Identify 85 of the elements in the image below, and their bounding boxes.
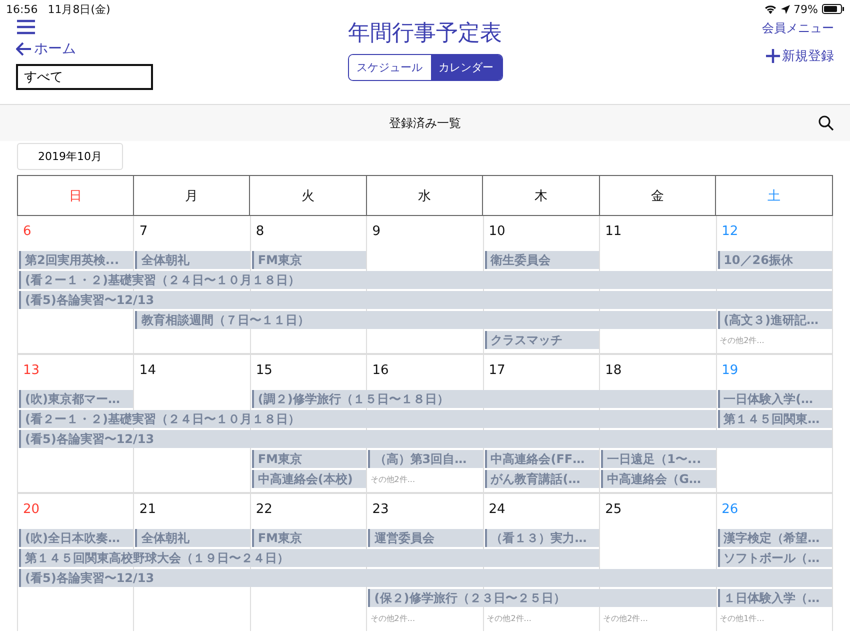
event-bar[interactable]: 全体朝礼 — [135, 529, 250, 547]
filter-field[interactable]: すべて — [16, 64, 153, 90]
event-bar[interactable]: 全体朝礼 — [135, 251, 250, 269]
day-number: 20 — [23, 502, 40, 517]
event-bar[interactable]: クラスマッチ — [484, 331, 600, 349]
weekday-header: 月 — [134, 175, 250, 216]
event-bar[interactable]: （高）第3回自… — [368, 450, 483, 468]
day-number: 11 — [605, 224, 622, 239]
new-entry-button[interactable]: 新規登録 — [766, 47, 834, 65]
weekday-header: 水 — [366, 175, 484, 216]
more-events-link[interactable]: その他1件... — [716, 608, 833, 628]
weekday-header: 土 — [716, 175, 833, 216]
weekday-header: 火 — [250, 175, 367, 216]
status-time: 16:56 — [6, 2, 38, 16]
day-number: 10 — [488, 224, 506, 239]
weekday-header: 金 — [600, 175, 716, 216]
day-number: 19 — [722, 363, 738, 378]
member-menu-link[interactable]: 会員メニュー — [762, 20, 834, 37]
event-bar[interactable]: 第１４５回関東… — [718, 410, 832, 428]
day-number: 17 — [488, 363, 506, 378]
arrow-left-icon — [16, 42, 32, 56]
battery-percent: 79% — [794, 2, 818, 16]
event-bar[interactable]: (看5)各論実習〜12/13 — [19, 569, 832, 587]
day-number: 24 — [488, 502, 506, 517]
wifi-icon — [764, 4, 777, 14]
more-events-link[interactable]: その他2件... — [367, 608, 484, 628]
event-bar[interactable]: （看１３）実力… — [484, 529, 600, 547]
event-bar[interactable]: (吹)全日本吹奏… — [19, 529, 134, 547]
month-button[interactable]: 2019年10月 — [17, 143, 123, 170]
event-bar[interactable]: (看5)各論実習〜12/13 — [19, 291, 832, 309]
page-title: 年間行事予定表 — [348, 20, 502, 48]
weekday-header: 木 — [483, 175, 600, 216]
day-number: 15 — [256, 363, 272, 378]
search-button[interactable] — [818, 115, 834, 131]
event-bar[interactable]: 第2回実用英検... — [19, 251, 134, 269]
event-bar[interactable]: がん教育講話(… — [484, 470, 600, 488]
more-events-link[interactable]: その他2件... — [716, 330, 833, 350]
event-bar[interactable]: 第１４５回関東高校野球大会（１９日〜２４日） — [19, 549, 600, 567]
day-number: 12 — [722, 224, 738, 239]
day-number: 8 — [256, 224, 264, 239]
back-button[interactable]: ホーム — [16, 40, 76, 58]
event-bar[interactable]: (吹)東京都マー… — [19, 390, 134, 408]
day-number: 22 — [256, 502, 272, 517]
event-bar[interactable]: 10／26振休 — [718, 251, 832, 269]
list-title: 登録済み一覧 — [389, 114, 461, 132]
event-bar[interactable]: (看２ー１・２)基礎実習（２４日〜１０月１８日） — [19, 271, 832, 289]
event-bar[interactable]: 教育相談週間（７日〜１１日） — [135, 311, 716, 329]
day-number: 7 — [139, 224, 148, 239]
event-bar[interactable]: (保２)修学旅行（２３日〜２５日） — [368, 589, 716, 607]
day-number: 18 — [605, 363, 622, 378]
more-events-link[interactable]: その他2件... — [367, 469, 484, 489]
event-bar[interactable]: (看5)各論実習〜12/13 — [19, 430, 832, 448]
day-number: 13 — [23, 363, 40, 378]
status-date: 11月8日(金) — [48, 2, 110, 16]
weekday-header: 日 — [17, 175, 134, 216]
event-bar[interactable]: 運営委員会 — [368, 529, 483, 547]
day-number: 21 — [139, 502, 156, 517]
day-number: 14 — [139, 363, 156, 378]
day-number: 6 — [23, 224, 32, 239]
event-bar[interactable]: FM東京 — [252, 450, 366, 468]
day-number: 16 — [372, 363, 389, 378]
event-bar[interactable]: 漢字検定（希望… — [718, 529, 832, 547]
more-events-link[interactable]: その他2件... — [600, 608, 717, 628]
day-number: 25 — [605, 502, 622, 517]
event-bar[interactable]: (高文３)進研記… — [718, 311, 832, 329]
day-number: 9 — [372, 224, 381, 239]
event-bar[interactable]: 中高連絡会（G… — [601, 470, 716, 488]
battery-icon — [822, 4, 844, 14]
event-bar[interactable]: 衛生委員会 — [484, 251, 600, 269]
event-bar[interactable]: (調２)修学旅行（１５日〜１８日） — [252, 390, 716, 408]
day-number: 23 — [372, 502, 389, 517]
event-bar[interactable]: FM東京 — [252, 251, 366, 269]
event-bar[interactable]: 中高連絡会(FF… — [484, 450, 600, 468]
event-bar[interactable]: 中高連絡会(本校) — [252, 470, 366, 488]
event-bar[interactable]: ソフトボール（… — [718, 549, 832, 567]
plus-icon — [766, 49, 780, 63]
event-bar[interactable]: １日体験入学（… — [718, 589, 832, 607]
more-events-link[interactable]: その他2件... — [484, 608, 600, 628]
day-number: 26 — [722, 502, 738, 517]
event-bar[interactable]: 一日遠足（1〜... — [601, 450, 716, 468]
view-tab[interactable]: カレンダー — [430, 55, 502, 80]
location-icon — [780, 4, 790, 14]
event-bar[interactable]: (看２ー１・２)基礎実習（２４日〜１０月１８日） — [19, 410, 716, 428]
event-bar[interactable]: 一日体験入学(… — [718, 390, 832, 408]
event-bar[interactable]: FM東京 — [252, 529, 366, 547]
